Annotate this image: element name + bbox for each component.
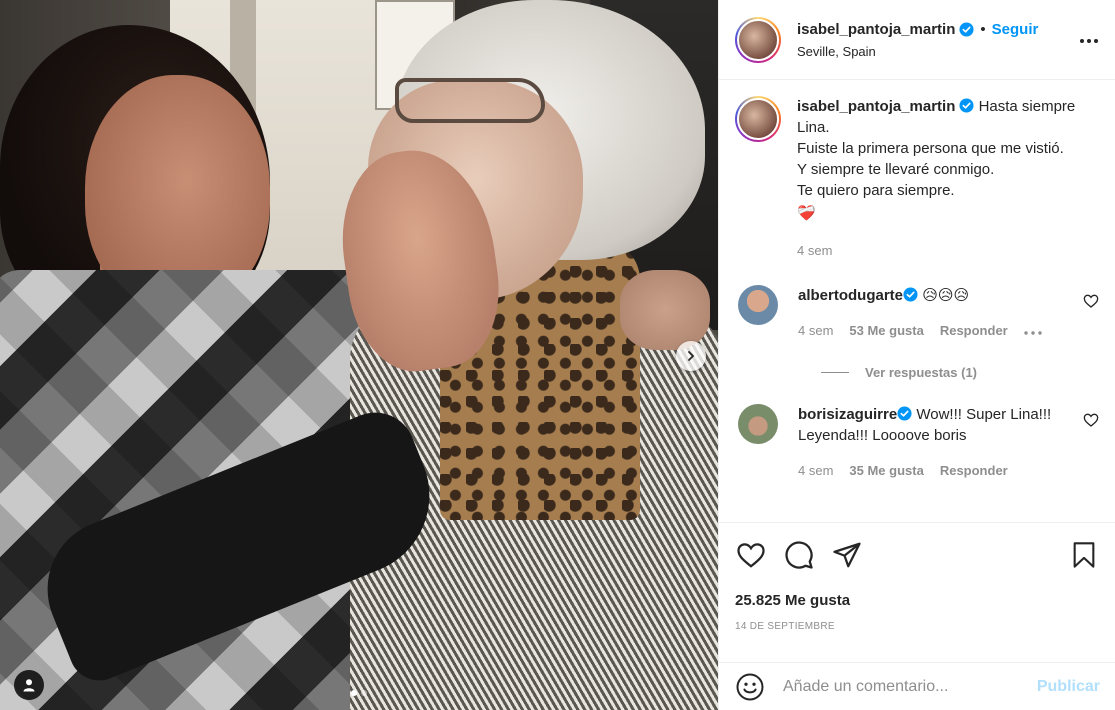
post-sidebar: isabel_pantoja_martin • Seguir Seville, … (718, 0, 1115, 710)
comment-icon (785, 541, 813, 569)
carousel-dot (361, 690, 367, 696)
carousel-dot-active (351, 690, 357, 696)
caption-line: Lina. (797, 119, 830, 136)
comment-likes[interactable]: 53 Me gusta (849, 320, 923, 341)
reply-button[interactable]: Responder (940, 320, 1008, 341)
broken-heart-emoji: ❤️‍🩹 (797, 205, 816, 222)
save-button[interactable] (1068, 539, 1100, 571)
comment-likes[interactable]: 35 Me gusta (849, 460, 923, 481)
comment-time[interactable]: 4 sem (798, 320, 833, 341)
verified-badge-icon (903, 287, 918, 302)
comment-more-button[interactable] (1024, 320, 1042, 341)
comment-button[interactable] (783, 539, 815, 571)
commenter-avatar[interactable] (738, 404, 778, 444)
post-header: isabel_pantoja_martin • Seguir Seville, … (719, 0, 1115, 80)
verified-badge-icon (959, 98, 974, 113)
publish-button[interactable]: Publicar (1037, 678, 1100, 696)
post-actions: 25.825 Me gusta 14 DE SEPTIEMBRE (719, 522, 1115, 632)
follow-button[interactable]: Seguir (992, 21, 1039, 38)
author-avatar[interactable] (735, 16, 781, 63)
view-replies-button[interactable]: Ver respuestas (1) (821, 365, 1099, 380)
heart-icon (737, 543, 765, 568)
emoji-picker-icon[interactable] (735, 672, 765, 702)
comment-input[interactable] (783, 677, 1037, 696)
more-icon (1080, 39, 1098, 43)
comment-time[interactable]: 4 sem (798, 460, 833, 481)
chevron-right-icon (688, 351, 695, 361)
post-date[interactable]: 14 DE SEPTIEMBRE (735, 621, 1100, 632)
likes-count[interactable]: 25.825 Me gusta (735, 592, 1100, 609)
bookmark-icon (1073, 542, 1095, 568)
commenter-username[interactable]: albertodugarte (798, 287, 903, 304)
like-button[interactable] (735, 539, 767, 571)
view-replies-label: Ver respuestas (1) (865, 365, 978, 380)
woman-right-glasses (395, 78, 545, 123)
carousel-indicator (0, 690, 718, 696)
caption-avatar[interactable] (735, 96, 781, 142)
verified-badge-icon (959, 21, 974, 37)
share-icon (833, 542, 861, 568)
verified-badge-icon (897, 406, 912, 421)
share-button[interactable] (831, 539, 863, 571)
comment-like-heart-icon[interactable] (1083, 412, 1099, 428)
reply-button[interactable]: Responder (940, 460, 1008, 481)
author-username[interactable]: isabel_pantoja_martin (797, 21, 955, 38)
carousel-next-button[interactable] (676, 341, 706, 371)
comment-like-heart-icon[interactable] (1083, 293, 1099, 309)
comment-item: albertodugarte 😥😥😥 4 sem 53 Me gusta Res… (735, 285, 1099, 341)
caption-line: Fuiste la primera persona que me vistió. (797, 140, 1064, 157)
caption-username[interactable]: isabel_pantoja_martin (797, 98, 955, 115)
commenter-username[interactable]: borisizaguirre (798, 406, 897, 423)
caption-line: Y siempre te llevaré conmigo. (797, 161, 995, 178)
replies-divider (821, 372, 849, 373)
caption-line: Te quiero para siempre. (797, 182, 955, 199)
caption-time[interactable]: 4 sem (797, 240, 1075, 261)
comments-section[interactable]: isabel_pantoja_martin Hasta siempre Lina… (719, 80, 1115, 522)
caption-line: Hasta siempre (978, 98, 1076, 115)
comment-text: 😥😥😥 (922, 287, 970, 304)
post-location[interactable]: Seville, Spain (797, 44, 1038, 59)
comment-item: borisizaguirre Wow!!! Super Lina!!! Leye… (735, 404, 1099, 481)
post-photo[interactable] (0, 0, 718, 710)
caption: isabel_pantoja_martin Hasta siempre Lina… (735, 96, 1099, 261)
separator-dot: • (980, 20, 986, 38)
commenter-avatar[interactable] (738, 285, 778, 325)
woman-right-hand (620, 270, 710, 350)
add-comment-bar: Publicar (719, 662, 1115, 710)
more-icon (1024, 331, 1042, 335)
more-options-button[interactable] (1079, 26, 1099, 48)
